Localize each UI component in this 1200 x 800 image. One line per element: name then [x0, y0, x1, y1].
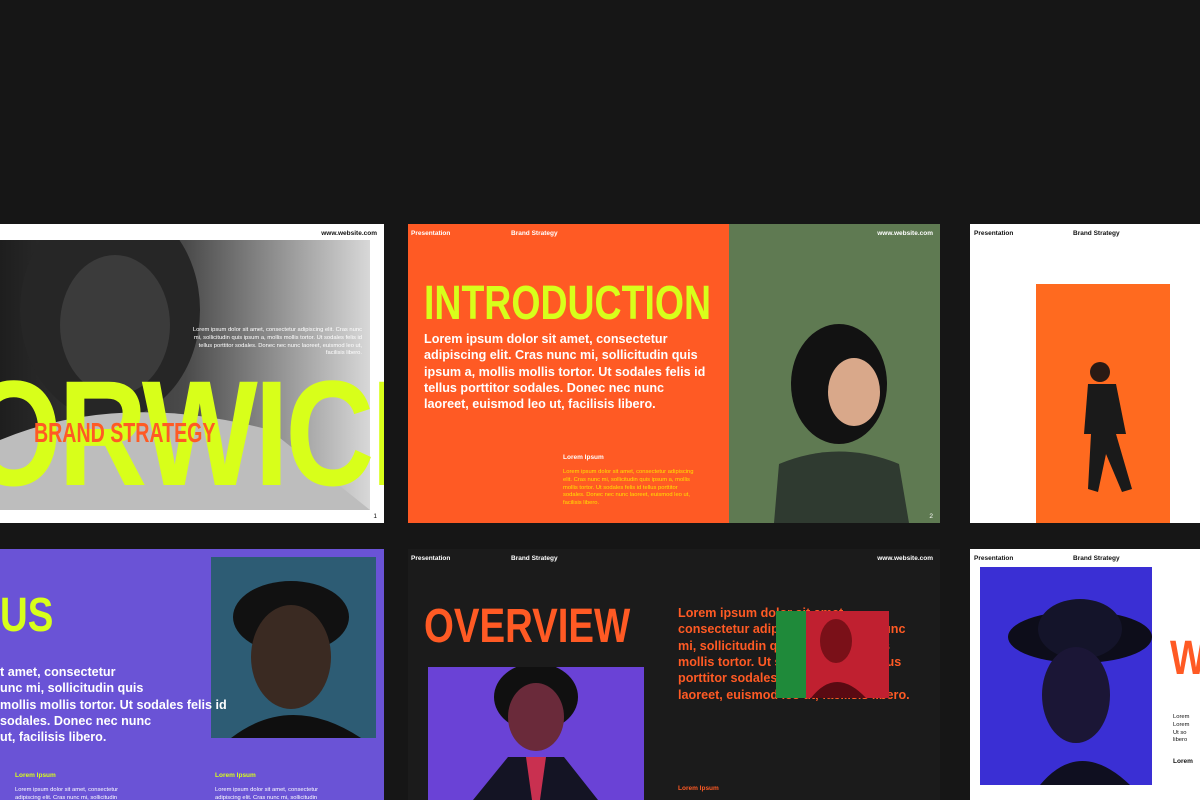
small-paragraph: Lorem ipsum dolor sit amet, consectetur …	[563, 469, 694, 507]
small-paragraph-partial: Lorem Lorem Ut so libero	[1173, 714, 1190, 744]
website-label: www.website.com	[877, 555, 933, 562]
woman-profile-photo	[729, 224, 940, 523]
title-partial: US	[0, 589, 54, 642]
website-label: www.website.com	[877, 230, 933, 237]
thumbnail-canvas: www.website.com Lorem ipsum dolor sit am…	[0, 0, 1200, 800]
lorem-ipsum-label: Lorem Ipsum	[678, 785, 719, 792]
man-dancing-photo	[1036, 284, 1170, 523]
man-cap-photo	[211, 557, 376, 738]
small-paragraph-a: Lorem ipsum dolor sit amet, consectetur …	[15, 787, 119, 800]
brand-strategy-label: Brand Strategy	[1073, 230, 1120, 237]
woman-hat-photo	[980, 567, 1152, 785]
slide-2-thumbnail[interactable]: Presentation Brand Strategy www.website.…	[408, 224, 940, 523]
slide-3-thumbnail[interactable]: Presentation Brand Strategy	[970, 224, 1200, 523]
man-suit-photo	[428, 667, 644, 800]
presentation-label: Presentation	[411, 555, 451, 562]
small-paragraph-b: Lorem ipsum dolor sit amet, consectetur …	[215, 787, 319, 800]
lorem-ipsum-label-b: Lorem Ipsum	[215, 772, 256, 779]
brand-strategy-label: Brand Strategy	[511, 230, 558, 237]
red-portrait-photo	[776, 611, 889, 698]
presentation-label: Presentation	[411, 230, 451, 237]
brand-strategy-label: Brand Strategy	[1073, 555, 1120, 562]
lorem-ipsum-label: Lorem Ipsum	[563, 454, 604, 461]
presentation-label: Presentation	[974, 555, 1014, 562]
page-number: 2	[929, 513, 933, 520]
page-number: 1	[373, 513, 377, 520]
lorem-ipsum-label-a: Lorem Ipsum	[15, 772, 56, 779]
slide-6-thumbnail[interactable]: Presentation Brand Strategy W Lorem Lore…	[970, 549, 1200, 800]
website-label: www.website.com	[321, 230, 377, 237]
title-partial: W	[1170, 635, 1200, 683]
slide-5-thumbnail[interactable]: Presentation Brand Strategy www.website.…	[408, 549, 940, 800]
slide-1-thumbnail[interactable]: www.website.com Lorem ipsum dolor sit am…	[0, 224, 384, 523]
brand-strategy-subtitle: BRAND STRATEGY	[34, 417, 216, 448]
body-text-partial: t amet, consectetur unc mi, sollicitudin…	[0, 665, 227, 745]
overview-title: OVERVIEW	[424, 600, 631, 653]
intro-body-text: Lorem ipsum dolor sit amet, consectetur …	[424, 332, 706, 412]
slide-4-thumbnail[interactable]: US t amet, consectetur unc mi, sollicitu…	[0, 549, 384, 800]
lorem-ipsum-label-partial: Lorem	[1173, 758, 1193, 765]
introduction-title: INTRODUCTION	[424, 277, 712, 330]
presentation-label: Presentation	[974, 230, 1014, 237]
brand-strategy-label: Brand Strategy	[511, 555, 558, 562]
